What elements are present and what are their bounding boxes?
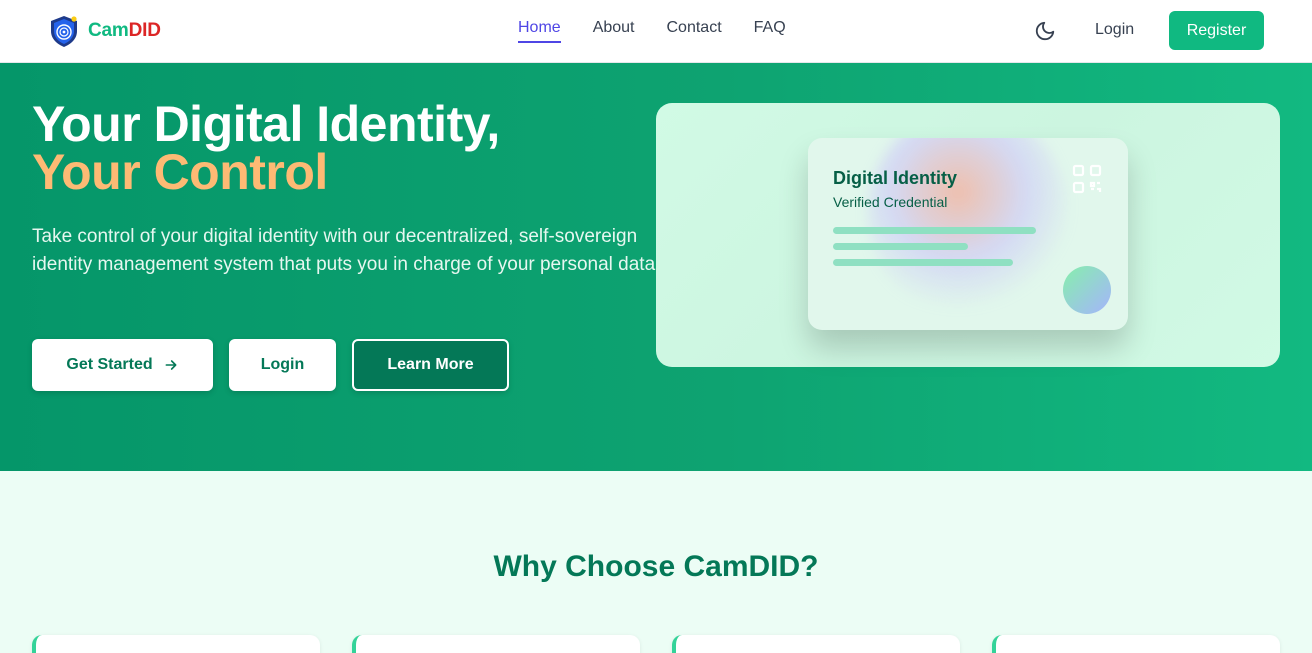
card-title: Digital Identity <box>833 168 958 188</box>
hero-description: Take control of your digital identity wi… <box>32 226 661 275</box>
nav-link-about[interactable]: About <box>593 19 635 43</box>
get-started-label: Get Started <box>66 356 153 373</box>
primary-nav: Home About Contact FAQ <box>518 19 786 43</box>
shield-logo-icon <box>51 16 77 47</box>
moon-icon[interactable] <box>1034 20 1056 42</box>
arrow-right-icon <box>165 360 177 370</box>
hero-title: Your Digital Identity, Your Control <box>32 99 500 200</box>
nav-login-link[interactable]: Login <box>1095 21 1134 39</box>
hero-section: Your Digital Identity, Your Control Take… <box>0 63 1312 471</box>
learn-more-button[interactable]: Learn More <box>352 339 509 391</box>
nav-link-faq[interactable]: FAQ <box>754 19 786 43</box>
feature-card <box>672 635 960 653</box>
navbar: CamDID Home About Contact FAQ Login Regi… <box>0 0 1312 63</box>
card-avatar <box>1063 266 1111 314</box>
get-started-button[interactable]: Get Started <box>32 339 213 391</box>
card-text-line <box>833 227 1036 234</box>
hero-title-line2: Your Control <box>32 144 328 200</box>
feature-card <box>992 635 1280 653</box>
feature-card <box>32 635 320 653</box>
hero-login-button[interactable]: Login <box>229 339 336 391</box>
nav-link-contact[interactable]: Contact <box>667 19 722 43</box>
hero-illustration-panel: Digital Identity Verified Credential <box>656 103 1280 367</box>
card-text-line <box>833 259 1013 266</box>
hero-login-label: Login <box>260 356 305 373</box>
register-button[interactable]: Register <box>1169 11 1264 50</box>
feature-card <box>352 635 640 653</box>
features-title: Why Choose CamDID? <box>493 550 819 583</box>
qr-code-icon <box>1072 164 1102 194</box>
nav-link-home[interactable]: Home <box>518 19 561 43</box>
card-text-line <box>833 243 968 250</box>
card-subtitle: Verified Credential <box>833 194 948 210</box>
brand-name: CamDID <box>88 20 161 41</box>
identity-card: Digital Identity Verified Credential <box>808 138 1128 330</box>
learn-more-label: Learn More <box>387 356 474 373</box>
brand-logo-link[interactable]: CamDID <box>48 14 161 48</box>
